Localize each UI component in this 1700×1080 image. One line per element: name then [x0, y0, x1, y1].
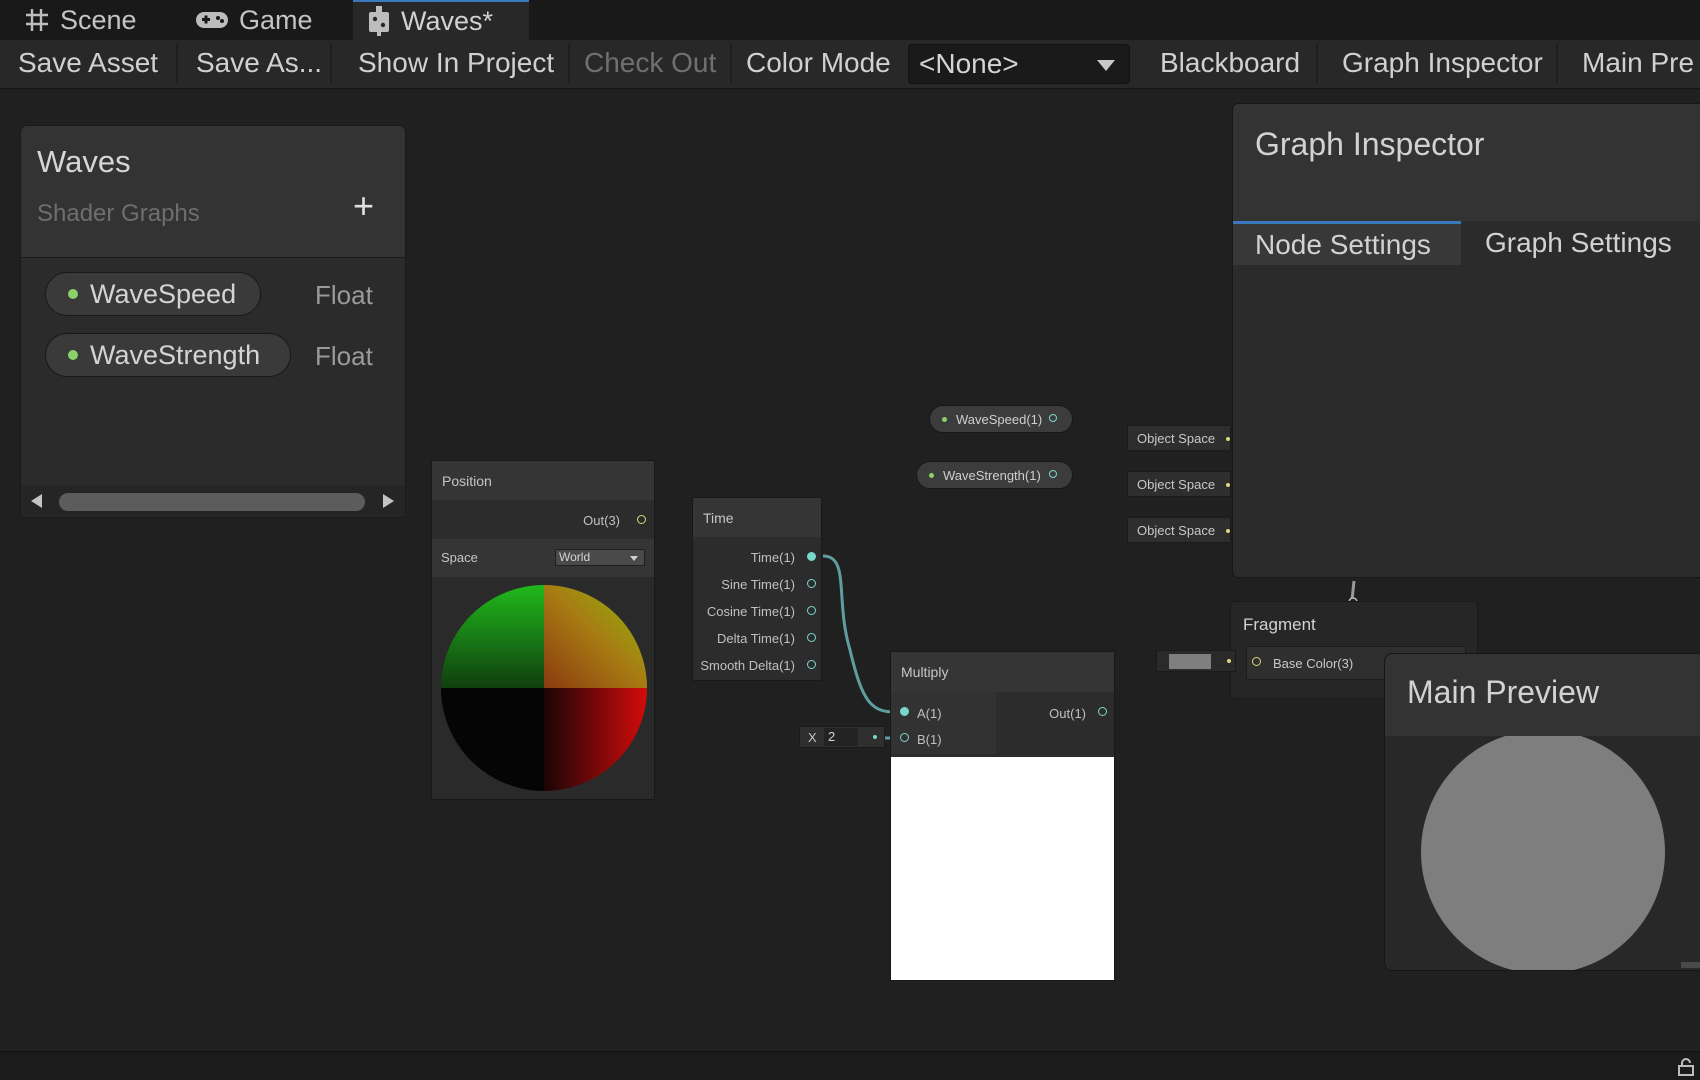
blackboard-title: Waves [37, 144, 131, 179]
lock-icon[interactable] [1676, 1058, 1696, 1076]
property-pill-wavespeed[interactable]: WaveSpeed [45, 272, 261, 316]
chevron-down-icon [630, 556, 638, 561]
inline-field-port-dot [1227, 659, 1231, 663]
multiply-inputs [891, 692, 996, 754]
property-type: Float [315, 280, 373, 310]
property-type: Float [315, 341, 373, 371]
object-space-port-dot [1226, 529, 1230, 533]
main-preview-viewport[interactable] [1385, 736, 1700, 970]
tab-graph-settings[interactable]: Graph Settings [1463, 221, 1695, 265]
object-space-chip[interactable]: Object Space [1127, 425, 1231, 451]
base-color-swatch[interactable] [1169, 654, 1211, 669]
cosine-time-output-label: Cosine Time(1) [706, 604, 795, 619]
property-name: WaveStrength [90, 339, 261, 370]
base-color-inline-field[interactable] [1156, 650, 1236, 672]
graph-inspector-tabs: Node Settings Graph Settings [1233, 221, 1700, 265]
time-node-title[interactable]: Time [693, 498, 821, 537]
main-preview-header: Main Preview [1385, 654, 1700, 736]
inline-field-port-dot [873, 735, 877, 739]
exposed-dot-icon [68, 289, 78, 299]
time-output-label: Time(1) [750, 550, 795, 565]
add-property-button[interactable]: + [353, 188, 374, 224]
scroll-left-icon[interactable] [31, 494, 43, 508]
graph-inspector-header: Graph Inspector [1233, 104, 1700, 221]
preview-resize-handle[interactable] [1681, 962, 1700, 968]
space-dropdown[interactable]: World [555, 549, 645, 566]
position-preview [432, 577, 654, 799]
object-space-chip[interactable]: Object Space [1127, 471, 1231, 497]
multiply-node-title[interactable]: Multiply [891, 652, 1114, 692]
multiply-input-a-port[interactable] [900, 707, 909, 716]
space-value: World [559, 550, 591, 564]
preview-sphere [1421, 736, 1665, 970]
position-node[interactable]: Position Out(3) Space World [431, 460, 655, 800]
cosine-time-output-port[interactable] [807, 606, 816, 615]
sine-time-output-label: Sine Time(1) [721, 577, 795, 592]
multiply-input-b-port[interactable] [900, 733, 909, 742]
scrollbar-thumb[interactable] [59, 493, 365, 511]
wire-inspector-to-fragment [1350, 580, 1356, 601]
blackboard-horizontal-scrollbar[interactable] [21, 486, 405, 516]
multiply-preview [891, 757, 1114, 980]
time-node[interactable]: Time Time(1) Sine Time(1) Cosine Time(1)… [692, 497, 822, 681]
object-space-port-dot [1226, 437, 1230, 441]
blackboard-panel[interactable]: Waves Shader Graphs + WaveSpeed Float Wa… [20, 125, 406, 518]
position-out-port-label: Out(3) [583, 513, 620, 528]
multiply-input-b-label: B(1) [917, 732, 942, 747]
space-label: Space [441, 550, 478, 565]
multiply-b-value-input[interactable]: 2 [824, 728, 858, 746]
main-preview-title: Main Preview [1407, 674, 1600, 710]
object-space-chip[interactable]: Object Space [1127, 517, 1231, 543]
wavestrength-out-port[interactable] [1049, 470, 1057, 478]
multiply-input-a-label: A(1) [917, 706, 942, 721]
time-output-port[interactable] [807, 552, 816, 561]
base-color-port[interactable] [1252, 657, 1261, 666]
property-name: WaveSpeed [90, 278, 237, 309]
sine-time-output-port[interactable] [807, 579, 816, 588]
graph-inspector-title: Graph Inspector [1255, 126, 1485, 162]
exposed-dot-icon [929, 472, 934, 478]
multiply-node[interactable]: Multiply A(1) B(1) Out(1) [890, 651, 1115, 981]
fragment-title: Fragment [1243, 615, 1316, 634]
main-preview-panel[interactable]: Main Preview [1384, 653, 1700, 971]
wavespeed-out-port[interactable] [1049, 414, 1057, 422]
delta-time-output-label: Delta Time(1) [716, 631, 795, 646]
position-node-title[interactable]: Position [432, 461, 654, 500]
status-bar [0, 1051, 1700, 1080]
position-out-port[interactable] [637, 515, 646, 524]
blackboard-subtitle: Shader Graphs [37, 200, 200, 227]
delta-time-output-port[interactable] [807, 633, 816, 642]
object-space-label: Object Space [1137, 522, 1216, 538]
multiply-b-inline-field[interactable]: X 2 [799, 726, 885, 748]
graph-inspector-panel[interactable]: Graph Inspector Node Settings Graph Sett… [1232, 103, 1700, 578]
object-space-port-dot [1226, 483, 1230, 487]
wavestrength-property-node[interactable]: WaveStrength(1) [916, 461, 1073, 489]
exposed-dot-icon [68, 350, 78, 360]
base-color-label: Base Color(3) [1273, 656, 1354, 671]
smooth-delta-output-port[interactable] [807, 660, 816, 669]
scroll-right-icon[interactable] [383, 494, 395, 508]
multiply-out-port[interactable] [1098, 707, 1107, 716]
tab-node-settings[interactable]: Node Settings [1233, 221, 1461, 265]
wavespeed-property-label: WaveSpeed(1) [956, 411, 1043, 427]
wire-time-to-multiply-a [822, 554, 896, 714]
object-space-label: Object Space [1137, 430, 1216, 446]
wavespeed-property-node[interactable]: WaveSpeed(1) [929, 405, 1073, 433]
object-space-label: Object Space [1137, 476, 1216, 492]
multiply-b-axis-label: X [808, 730, 817, 745]
blackboard-header: Waves Shader Graphs + [21, 126, 405, 258]
smooth-delta-output-label: Smooth Delta(1) [700, 658, 795, 673]
multiply-out-label: Out(1) [1049, 706, 1086, 721]
exposed-dot-icon [942, 416, 947, 422]
position-preview-sphere [441, 585, 647, 791]
wavestrength-property-label: WaveStrength(1) [943, 467, 1041, 483]
position-space-row: Space World [432, 539, 654, 577]
property-pill-wavestrength[interactable]: WaveStrength [45, 333, 291, 377]
